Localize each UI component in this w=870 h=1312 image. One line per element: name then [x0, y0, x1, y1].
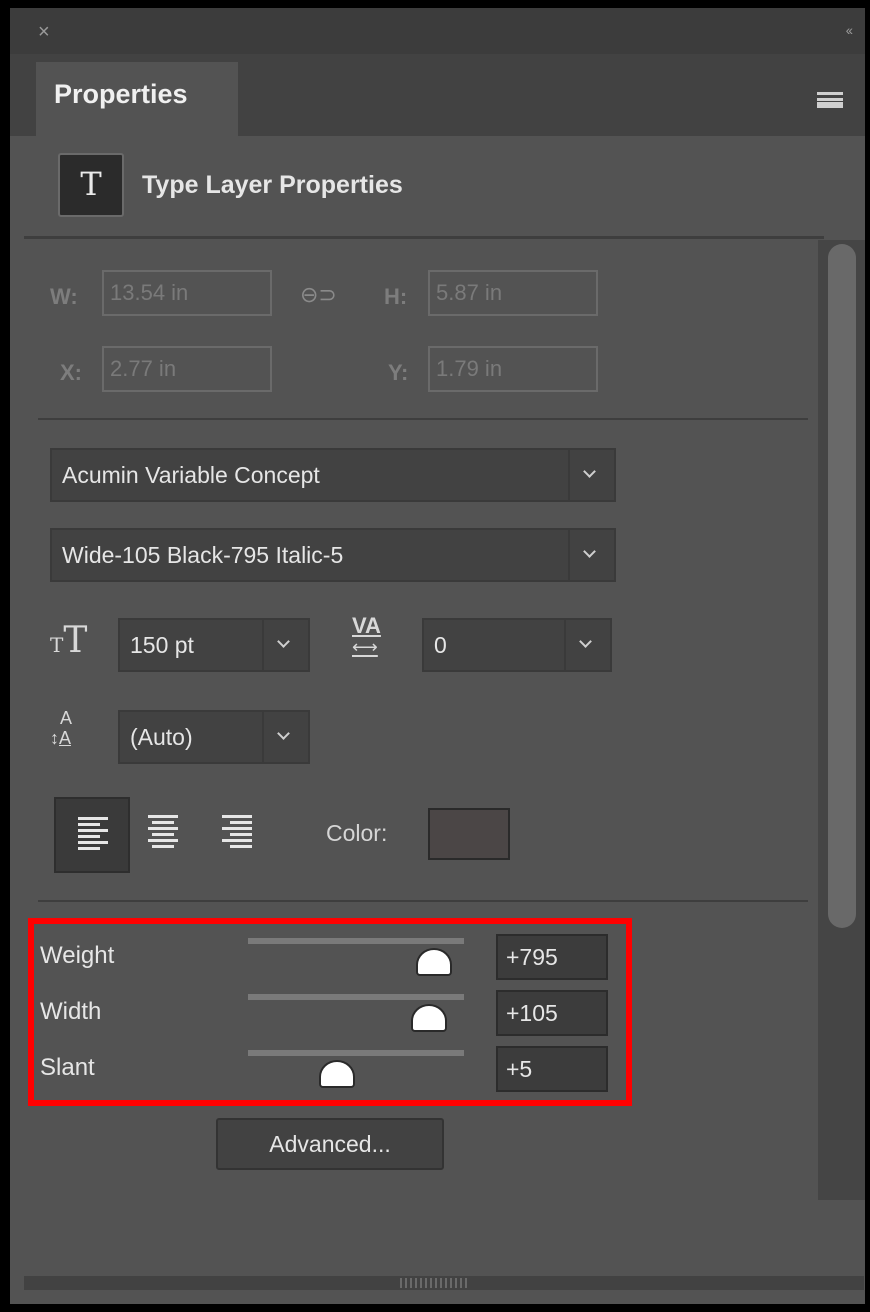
- color-label: Color:: [326, 820, 388, 846]
- chevron-down-icon[interactable]: [564, 620, 610, 670]
- leading-icon: A ↕A: [50, 708, 73, 748]
- chevron-down-icon[interactable]: [568, 450, 614, 500]
- scrollbar-thumb[interactable]: [828, 244, 856, 928]
- panel-menu-icon[interactable]: [817, 92, 843, 108]
- slant-value-field[interactable]: +5: [496, 1046, 608, 1092]
- properties-panel: × ‹‹ Properties T Type Layer Properties …: [10, 8, 865, 1304]
- align-center-icon[interactable]: [148, 815, 178, 851]
- height-field[interactable]: 5.87 in: [428, 270, 598, 316]
- slant-label: Slant: [40, 1054, 95, 1081]
- section-title: Type Layer Properties: [142, 171, 403, 199]
- tab-properties[interactable]: Properties: [36, 62, 238, 136]
- resize-grip-icon[interactable]: [400, 1278, 470, 1288]
- width-axis-label: Width: [40, 998, 102, 1025]
- font-size-icon: TT: [50, 620, 88, 661]
- y-label: Y:: [388, 360, 409, 385]
- chevron-down-icon[interactable]: [262, 712, 308, 762]
- close-icon[interactable]: ×: [38, 22, 50, 42]
- divider: [38, 418, 808, 420]
- font-style-value: Wide-105 Black-795 Italic-5: [62, 542, 344, 568]
- align-left-icon: [78, 817, 108, 853]
- font-style-dropdown[interactable]: Wide-105 Black-795 Italic-5: [50, 528, 616, 582]
- leading-value: (Auto): [130, 724, 193, 750]
- weight-value-field[interactable]: +795: [496, 934, 608, 980]
- link-dimensions-icon[interactable]: ⊖⊃: [300, 282, 337, 308]
- width-field[interactable]: 13.54 in: [102, 270, 272, 316]
- type-layer-icon: T: [58, 153, 124, 217]
- weight-label: Weight: [40, 942, 115, 969]
- collapse-icon[interactable]: ‹‹: [846, 22, 853, 38]
- divider: [38, 900, 808, 902]
- color-swatch[interactable]: [428, 808, 510, 860]
- tracking-value: 0: [434, 632, 447, 658]
- tracking-dropdown[interactable]: 0: [422, 618, 612, 672]
- advanced-button[interactable]: Advanced...: [216, 1118, 444, 1170]
- font-size-dropdown[interactable]: 150 pt: [118, 618, 310, 672]
- align-left-button[interactable]: [54, 797, 130, 873]
- tracking-icon: VA ⟷: [352, 613, 381, 658]
- font-family-dropdown[interactable]: Acumin Variable Concept: [50, 448, 616, 502]
- width-value-field[interactable]: +105: [496, 990, 608, 1036]
- width-label: W:: [50, 284, 78, 309]
- height-label: H:: [384, 284, 408, 309]
- width-slider-track[interactable]: [248, 994, 464, 1000]
- y-field[interactable]: 1.79 in: [428, 346, 598, 392]
- weight-slider-track[interactable]: [248, 938, 464, 944]
- chevron-down-icon[interactable]: [568, 530, 614, 580]
- slant-slider-track[interactable]: [248, 1050, 464, 1056]
- x-field[interactable]: 2.77 in: [102, 346, 272, 392]
- leading-dropdown[interactable]: (Auto): [118, 710, 310, 764]
- font-family-value: Acumin Variable Concept: [62, 462, 320, 488]
- align-right-icon[interactable]: [222, 815, 252, 851]
- font-size-value: 150 pt: [130, 632, 194, 658]
- tab-bar: Properties: [10, 54, 865, 136]
- chevron-down-icon[interactable]: [262, 620, 308, 670]
- panel-titlebar: × ‹‹: [10, 8, 865, 54]
- divider: [24, 236, 824, 239]
- x-label: X:: [60, 360, 82, 385]
